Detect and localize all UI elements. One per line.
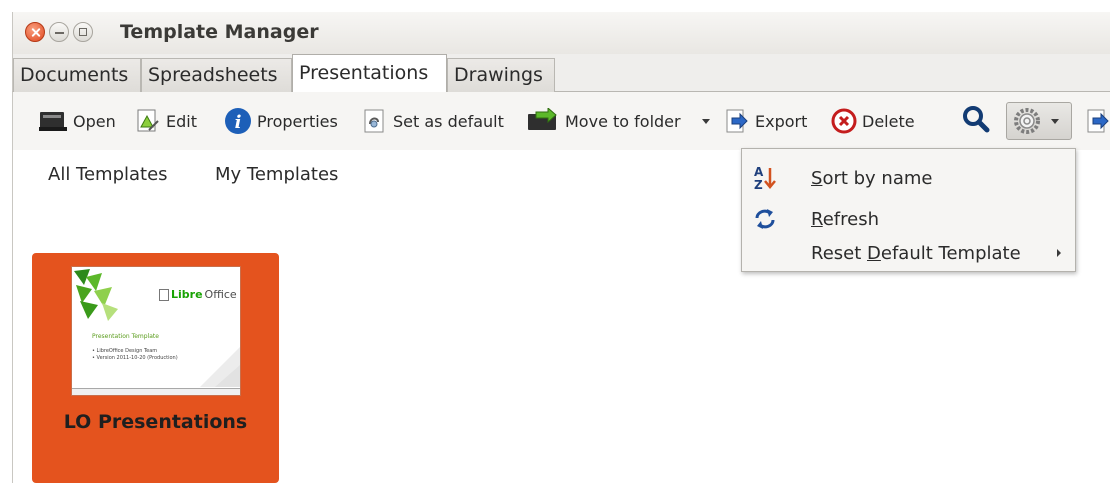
open-label: Open [73,111,116,131]
open-button[interactable]: Open [38,106,116,136]
set-as-default-label: Set as default [393,111,504,131]
info-icon: i [225,108,251,134]
edit-button[interactable]: Edit [135,106,197,136]
maximize-window-button[interactable] [73,22,93,42]
edit-label: Edit [166,111,197,131]
set-as-default-button[interactable]: Set as default [362,106,504,136]
close-window-button[interactable] [25,22,45,42]
refresh-icon [755,209,775,229]
filter-my-templates[interactable]: My Templates [215,164,338,185]
export-label: Export [755,111,808,131]
template-thumbnail: Libre Office Presentation Template • Libr… [72,267,240,395]
edit-template-icon [137,109,159,132]
import-icon [1087,109,1109,133]
action-menu: A Z Sort by name Refresh Reset Default T… [741,148,1076,272]
title-bar: Template Manager [12,12,1110,54]
menu-item-refresh[interactable]: Refresh [742,202,1075,236]
triangle-decoration-icon [200,347,240,387]
toolbar: Open Edit i Properties Set as default Mo… [12,92,1110,150]
tab-bar: Documents Spreadsheets Presentations Dra… [12,54,1110,92]
folder-open-icon [39,112,67,131]
delete-button[interactable]: Delete [831,106,915,136]
move-to-folder-label: Move to folder [565,111,681,131]
search-icon [963,106,990,133]
chevron-down-icon[interactable] [701,118,710,124]
thumbnail-heading: Presentation Template [92,333,159,340]
minimize-window-button[interactable] [49,22,69,42]
svg-text:i: i [235,112,242,133]
properties-button[interactable]: i Properties [224,106,338,136]
move-to-folder-button[interactable]: Move to folder [526,106,710,136]
svg-text:Z: Z [754,178,763,191]
thumbnail-footer [72,388,240,395]
sort-by-name-label: Sort by name [811,167,933,189]
leaf-decoration-icon [74,269,118,321]
thumbnail-line-2: • Version 2011-10-20 (Production) [92,355,178,361]
reset-default-template-label: Reset Default Template [811,242,1021,264]
svg-text:A: A [754,165,764,179]
window-controls [25,22,93,42]
export-button[interactable]: Export [724,106,807,136]
refresh-label: Refresh [811,208,879,230]
menu-item-reset-default-template[interactable]: Reset Default Template [742,236,1075,270]
move-to-folder-icon [528,108,557,130]
menu-item-sort-by-name[interactable]: A Z Sort by name [742,161,1075,195]
window-title: Template Manager [120,21,319,43]
gear-icon [1014,108,1040,134]
tab-documents[interactable]: Documents [13,58,141,92]
export-icon [726,109,748,133]
filter-all-templates[interactable]: All Templates [48,164,168,185]
tab-drawings[interactable]: Drawings [447,58,555,92]
action-menu-button[interactable] [1006,102,1072,140]
template-item[interactable]: Libre Office Presentation Template • Libr… [32,253,279,483]
tab-presentations[interactable]: Presentations [292,54,447,92]
search-button[interactable] [961,104,991,134]
properties-label: Properties [257,111,338,131]
delete-label: Delete [862,111,915,131]
chevron-down-icon [1051,118,1059,124]
set-default-icon [364,109,384,133]
libreoffice-logo: Libre Office [159,288,237,301]
tab-spreadsheets[interactable]: Spreadsheets [141,58,292,92]
chevron-right-icon [1057,249,1061,257]
sort-az-icon: A Z [754,165,776,191]
thumbnail-line-1: • LibreOffice Design Team [92,348,158,354]
delete-icon [831,108,857,134]
import-button[interactable] [1085,106,1110,136]
template-name: LO Presentations [63,411,248,433]
